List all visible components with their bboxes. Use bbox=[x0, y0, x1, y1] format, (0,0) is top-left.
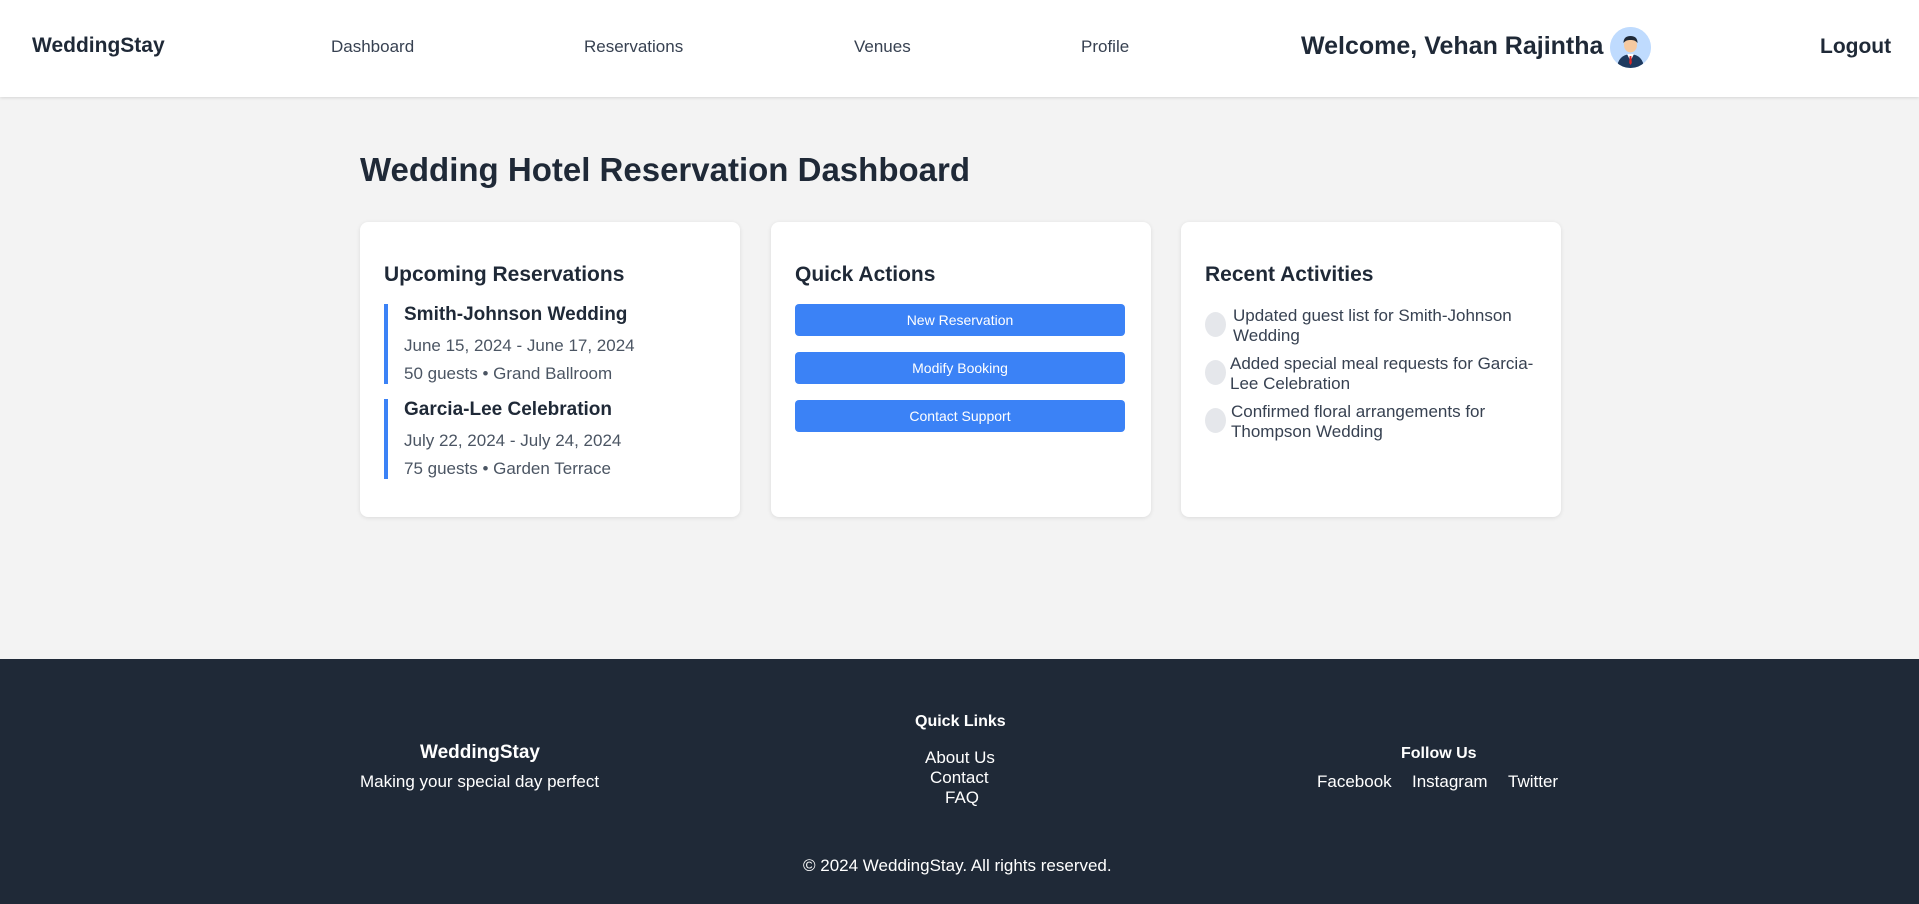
new-reservation-button[interactable]: New Reservation bbox=[795, 304, 1125, 336]
activity-text: Thompson Wedding bbox=[1231, 422, 1383, 441]
reservation-name: Garcia-Lee Celebration bbox=[404, 399, 613, 420]
reservation-dates: June 15, 2024 - June 17, 2024 bbox=[404, 336, 635, 355]
facebook-link[interactable]: Facebook bbox=[1317, 772, 1392, 792]
footer-tagline: Making your special day perfect bbox=[360, 772, 600, 791]
brand-logo[interactable]: WeddingStay bbox=[32, 34, 165, 58]
nav-reservations[interactable]: Reservations bbox=[584, 37, 683, 57]
card-title: Upcoming Reservations bbox=[384, 263, 625, 286]
card-title: Recent Activities bbox=[1205, 263, 1374, 286]
reservation-details: 75 guests • Garden Terrace bbox=[404, 459, 611, 478]
reservation-details: 50 guests • Grand Ballroom bbox=[404, 364, 613, 383]
upcoming-reservations-card: Upcoming Reservations Smith-Johnson Wedd… bbox=[360, 222, 740, 517]
reservation-item[interactable]: Garcia-Lee Celebration July 22, 2024 - J… bbox=[384, 399, 714, 479]
activity-text: Lee Celebration bbox=[1230, 374, 1351, 393]
twitter-link[interactable]: Twitter bbox=[1508, 772, 1558, 792]
footer-brand: WeddingStay bbox=[420, 742, 540, 763]
instagram-link[interactable]: Instagram bbox=[1412, 772, 1488, 792]
footer-link-contact[interactable]: Contact bbox=[930, 768, 989, 788]
card-title: Quick Actions bbox=[795, 263, 936, 286]
footer: WeddingStay Making your special day perf… bbox=[0, 659, 1919, 904]
activity-text: Confirmed floral arrangements for bbox=[1231, 402, 1486, 421]
reservation-dates: July 22, 2024 - July 24, 2024 bbox=[404, 431, 622, 450]
activity-dot-icon bbox=[1205, 408, 1226, 433]
nav-venues[interactable]: Venues bbox=[854, 37, 911, 57]
quick-links-title: Quick Links bbox=[915, 713, 1006, 730]
recent-activities-card: Recent Activities Updated guest list for… bbox=[1181, 222, 1561, 517]
footer-link-faq[interactable]: FAQ bbox=[945, 788, 979, 808]
user-avatar-icon bbox=[1610, 27, 1651, 68]
activity-text: Updated guest list for Smith-Johnson bbox=[1233, 306, 1512, 325]
avatar[interactable] bbox=[1610, 27, 1651, 68]
reservation-item[interactable]: Smith-Johnson Wedding June 15, 2024 - Ju… bbox=[384, 304, 714, 384]
nav-profile[interactable]: Profile bbox=[1081, 37, 1129, 57]
follow-us-title: Follow Us bbox=[1401, 745, 1477, 762]
activity-dot-icon bbox=[1205, 360, 1226, 385]
activity-text: Added special meal requests for Garcia- bbox=[1230, 354, 1534, 373]
welcome-message: Welcome, Vehan Rajintha bbox=[1301, 32, 1604, 60]
page-title: Wedding Hotel Reservation Dashboard bbox=[360, 151, 970, 188]
contact-support-button[interactable]: Contact Support bbox=[795, 400, 1125, 432]
copyright-text: © 2024 WeddingStay. All rights reserved. bbox=[803, 856, 1112, 875]
quick-actions-card: Quick Actions New Reservation Modify Boo… bbox=[771, 222, 1151, 517]
reservation-name: Smith-Johnson Wedding bbox=[404, 304, 628, 325]
footer-link-about[interactable]: About Us bbox=[925, 748, 995, 768]
activity-text: Wedding bbox=[1233, 326, 1300, 345]
activity-dot-icon bbox=[1205, 312, 1226, 337]
logout-button[interactable]: Logout bbox=[1820, 35, 1891, 59]
nav-dashboard[interactable]: Dashboard bbox=[331, 37, 414, 57]
modify-booking-button[interactable]: Modify Booking bbox=[795, 352, 1125, 384]
top-navbar: WeddingStay Dashboard Reservations Venue… bbox=[0, 0, 1919, 97]
